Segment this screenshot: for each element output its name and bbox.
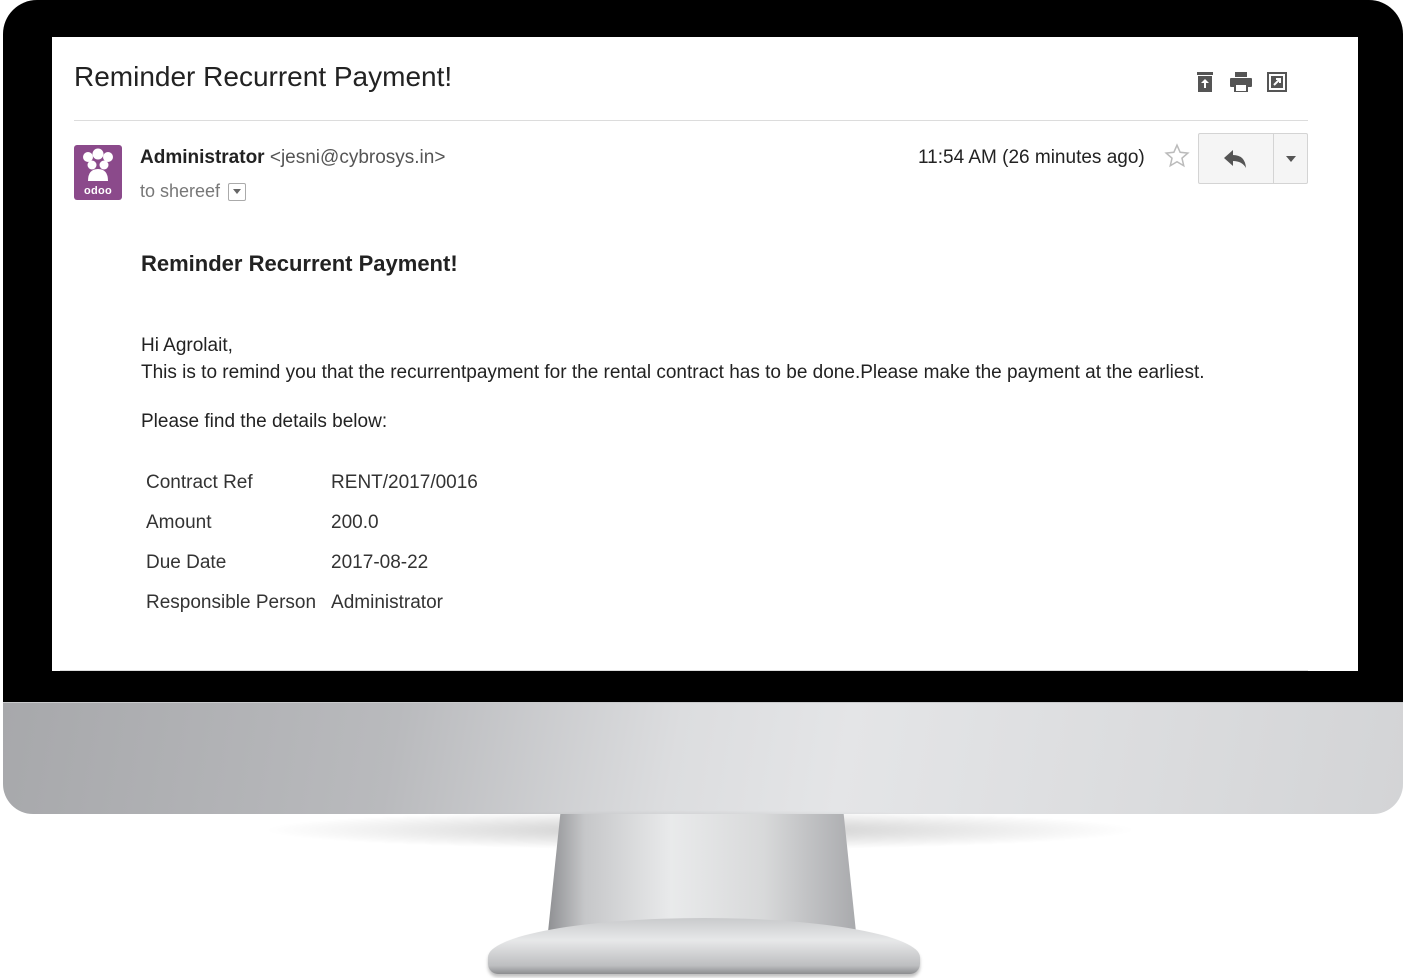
divider bbox=[60, 670, 1308, 671]
caret-down-icon bbox=[233, 188, 242, 194]
table-row: Responsible Person Administrator bbox=[143, 583, 490, 623]
star-icon[interactable] bbox=[1164, 143, 1190, 174]
avatar-label: odoo bbox=[83, 185, 113, 197]
print-icon[interactable] bbox=[1230, 71, 1252, 93]
details-intro: Please find the details below: bbox=[141, 411, 388, 432]
body-heading: Reminder Recurrent Payment! bbox=[141, 251, 458, 276]
table-row: Amount 200.0 bbox=[143, 503, 490, 543]
email-timestamp: 11:54 AM (26 minutes ago) bbox=[918, 147, 1145, 168]
recipient-line: to shereef bbox=[140, 181, 247, 202]
subject-row: Reminder Recurrent Payment! bbox=[74, 57, 1308, 121]
detail-label: Contract Ref bbox=[146, 472, 253, 493]
sender-email: <jesni@cybrosys.in> bbox=[269, 147, 446, 168]
greeting: Hi Agrolait, bbox=[141, 335, 233, 356]
avatar: odoo bbox=[74, 145, 122, 200]
sender-name: Administrator bbox=[140, 147, 265, 168]
open-new-window-icon[interactable] bbox=[1266, 71, 1288, 93]
table-row: Due Date 2017-08-22 bbox=[143, 543, 490, 583]
detail-value: Administrator bbox=[331, 592, 443, 613]
details-table: Contract Ref RENT/2017/0016 Amount 200.0… bbox=[143, 463, 490, 623]
subject-toolbar bbox=[1194, 71, 1288, 93]
email-body: Reminder Recurrent Payment! Hi Agrolait,… bbox=[141, 251, 1318, 623]
recipient-text: to shereef bbox=[140, 181, 221, 201]
caret-down-icon bbox=[1285, 155, 1296, 162]
detail-value: 200.0 bbox=[331, 512, 379, 533]
monitor-chin bbox=[3, 702, 1403, 814]
table-row: Contract Ref RENT/2017/0016 bbox=[143, 463, 490, 503]
monitor-stand-neck bbox=[548, 814, 856, 932]
show-details-button[interactable] bbox=[228, 182, 247, 201]
detail-label: Due Date bbox=[146, 552, 227, 573]
reply-button[interactable] bbox=[1199, 134, 1274, 183]
reply-icon bbox=[1224, 149, 1246, 168]
sender[interactable]: Administrator <jesni@cybrosys.in> bbox=[140, 147, 445, 169]
detail-value: RENT/2017/0016 bbox=[331, 472, 478, 493]
email-subject: Reminder Recurrent Payment! bbox=[74, 61, 453, 92]
email-screen: Reminder Recurrent Payment! odoo Adminis… bbox=[52, 37, 1358, 671]
archive-icon[interactable] bbox=[1194, 71, 1216, 93]
detail-value: 2017-08-22 bbox=[331, 552, 429, 573]
users-group-icon bbox=[83, 148, 113, 181]
detail-label: Amount bbox=[146, 512, 212, 533]
reply-button-group bbox=[1198, 133, 1308, 184]
detail-label: Responsible Person bbox=[146, 592, 317, 613]
more-options-button[interactable] bbox=[1274, 134, 1307, 183]
message-text: This is to remind you that the recurrent… bbox=[141, 362, 1205, 383]
